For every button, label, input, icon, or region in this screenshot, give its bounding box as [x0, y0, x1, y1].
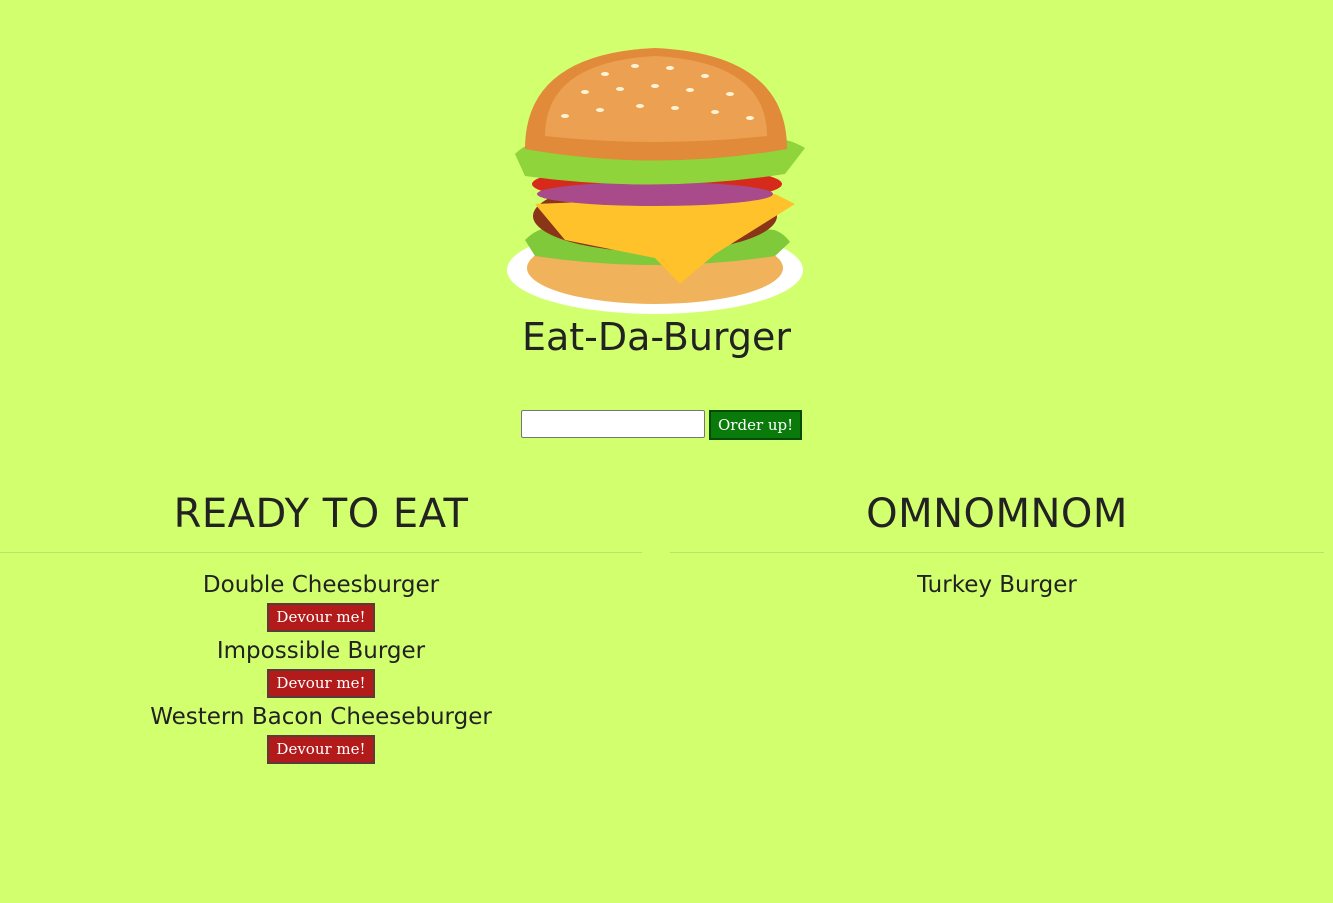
burger-name: Western Bacon Cheeseburger	[150, 704, 492, 730]
burger-name: Turkey Burger	[917, 572, 1077, 598]
devour-button[interactable]: Devour me!	[267, 735, 375, 764]
burger-icon	[507, 48, 805, 314]
order-form: Order up!	[521, 410, 803, 440]
devoured-heading: OMNOMNOM	[866, 491, 1128, 537]
list-item: Turkey Burger	[670, 567, 1324, 603]
list-item: Double Cheesburger Devour me!	[0, 567, 642, 633]
ready-to-eat-column: READY TO EAT Double Cheesburger Devour m…	[0, 490, 642, 765]
devoured-burger-list: Turkey Burger	[670, 567, 1324, 603]
devour-button[interactable]: Devour me!	[267, 603, 375, 632]
ready-to-eat-heading: READY TO EAT	[173, 491, 469, 537]
burger-name: Impossible Burger	[216, 638, 426, 664]
divider	[0, 552, 642, 553]
list-item: Impossible Burger Devour me!	[0, 633, 642, 699]
list-item: Western Bacon Cheeseburger Devour me!	[0, 699, 642, 765]
ready-burger-list: Double Cheesburger Devour me! Impossible…	[0, 567, 642, 765]
page-title: Eat-Da-Burger	[521, 315, 792, 359]
burger-name: Double Cheesburger	[202, 572, 440, 598]
order-up-button[interactable]: Order up!	[709, 410, 803, 440]
devour-button[interactable]: Devour me!	[267, 669, 375, 698]
devoured-column: OMNOMNOM Turkey Burger	[670, 490, 1324, 603]
burger-name-input[interactable]	[521, 410, 705, 438]
divider	[670, 552, 1324, 553]
